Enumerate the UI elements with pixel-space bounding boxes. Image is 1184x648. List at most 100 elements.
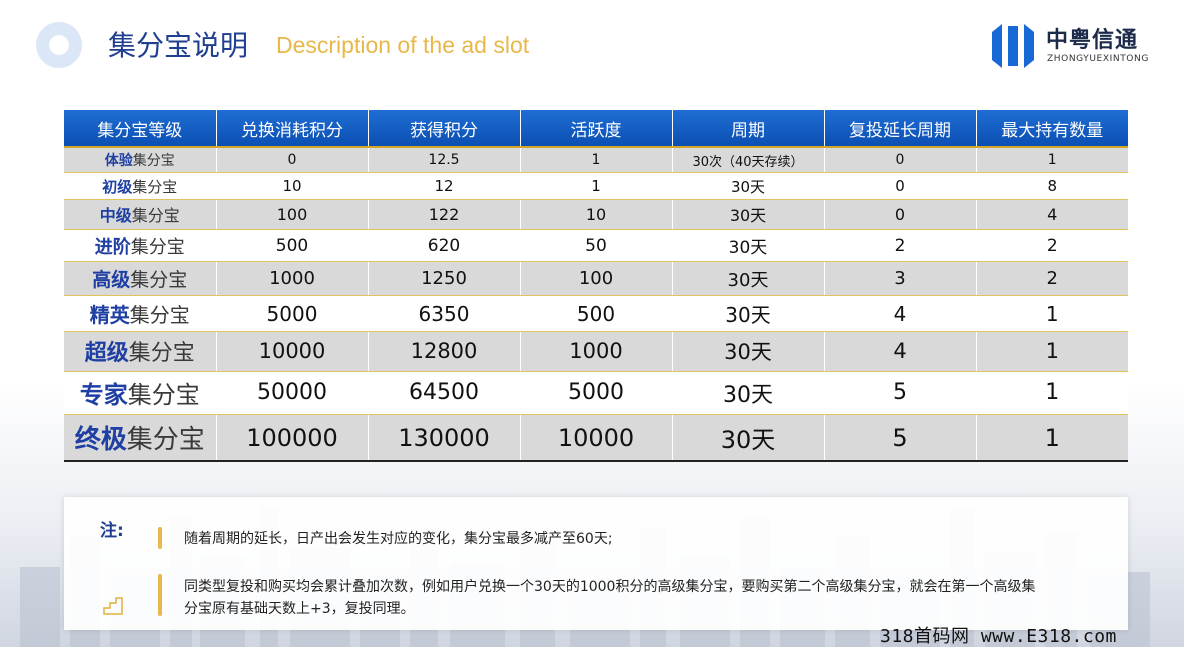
table-cell: 12.5 xyxy=(368,147,521,174)
level-name-suffix: 集分宝 xyxy=(129,303,190,328)
table-cell: 1 xyxy=(976,371,1128,416)
table-cell: 2 xyxy=(976,261,1128,297)
table-row: 高级集分宝 1000 1250 100 30天 3 2 xyxy=(64,261,1128,297)
company-logo-icon xyxy=(992,24,1034,68)
table-cell: 30天 xyxy=(672,295,825,333)
table-cell: 30天 xyxy=(672,331,825,372)
table-cell: 50000 xyxy=(216,371,369,416)
table-cell: 50 xyxy=(520,229,673,263)
table-cell: 1250 xyxy=(368,261,521,297)
column-header: 周期 xyxy=(672,110,825,148)
level-cell: 体验集分宝 xyxy=(64,147,217,174)
note-accent-bar xyxy=(158,574,162,616)
column-header: 活跃度 xyxy=(520,110,673,148)
table-row: 初级集分宝 10 12 1 30天 0 8 xyxy=(64,172,1128,200)
level-cell: 初级集分宝 xyxy=(64,172,217,200)
table-cell: 100000 xyxy=(216,414,369,463)
level-name-suffix: 集分宝 xyxy=(127,381,200,410)
table-cell: 8 xyxy=(976,172,1128,200)
level-name-highlight: 高级 xyxy=(92,269,131,292)
table-cell: 130000 xyxy=(368,414,521,463)
notes-label: 注: xyxy=(100,521,124,541)
table-row: 超级集分宝 10000 12800 1000 30天 4 1 xyxy=(64,331,1128,372)
level-name-suffix: 集分宝 xyxy=(128,341,195,367)
table-cell: 1 xyxy=(520,147,673,174)
table-cell: 4 xyxy=(824,295,977,333)
table-cell: 2 xyxy=(976,229,1128,263)
table-cell: 1 xyxy=(520,172,673,200)
table-cell: 0 xyxy=(824,199,977,230)
table-header-row: 集分宝等级 兑换消耗积分 获得积分 活跃度 周期 复投延长周期 最大持有数量 xyxy=(64,110,1128,148)
table-cell: 4 xyxy=(976,199,1128,230)
table-row: 专家集分宝 50000 64500 5000 30天 5 1 xyxy=(64,371,1128,416)
table-cell: 12800 xyxy=(368,331,521,372)
page-subtitle-en: Description of the ad slot xyxy=(276,32,530,58)
table-cell: 1 xyxy=(976,147,1128,174)
table-cell: 30天 xyxy=(672,261,825,297)
table-cell: 10000 xyxy=(216,331,369,372)
level-name-highlight: 专家 xyxy=(79,381,128,410)
note-item-1: 随着周期的延长，日产出会发生对应的变化，集分宝最多减产至60天; xyxy=(184,531,613,547)
column-header: 复投延长周期 xyxy=(824,110,977,148)
table-cell: 0 xyxy=(824,147,977,174)
table-row: 进阶集分宝 500 620 50 30天 2 2 xyxy=(64,229,1128,263)
table-cell: 5 xyxy=(824,371,977,416)
table-cell: 1 xyxy=(976,295,1128,333)
table-cell: 5 xyxy=(824,414,977,463)
company-name: 中粤信通 xyxy=(1046,28,1139,53)
table-cell: 2 xyxy=(824,229,977,263)
table-cell: 30天 xyxy=(672,172,825,200)
table-cell: 1000 xyxy=(216,261,369,297)
column-header: 兑换消耗积分 xyxy=(216,110,369,148)
table-cell: 10 xyxy=(216,172,369,200)
level-name-highlight: 终极 xyxy=(74,425,127,456)
table-cell: 10 xyxy=(520,199,673,230)
table-row: 精英集分宝 5000 6350 500 30天 4 1 xyxy=(64,295,1128,333)
level-cell: 中级集分宝 xyxy=(64,199,217,230)
table-row: 体验集分宝 0 12.5 1 30次（40天存续） 0 1 xyxy=(64,147,1128,174)
column-header: 获得积分 xyxy=(368,110,521,148)
table-cell: 1000 xyxy=(520,331,673,372)
table-cell: 1 xyxy=(976,331,1128,372)
company-name-en: ZHONGYUEXINTONG xyxy=(1047,54,1149,64)
column-header: 最大持有数量 xyxy=(976,110,1128,148)
level-cell: 终极集分宝 xyxy=(64,414,217,463)
table-cell: 5000 xyxy=(520,371,673,416)
level-name-highlight: 初级 xyxy=(102,177,133,196)
table-cell: 30天 xyxy=(672,371,825,416)
level-cell: 超级集分宝 xyxy=(64,331,217,372)
level-name-highlight: 超级 xyxy=(84,341,129,367)
table-cell: 0 xyxy=(824,172,977,200)
table-cell: 0 xyxy=(216,147,369,174)
column-header: 集分宝等级 xyxy=(64,110,217,148)
table-cell: 100 xyxy=(216,199,369,230)
level-cell: 进阶集分宝 xyxy=(64,229,217,263)
note-accent-bar xyxy=(158,527,162,549)
table-cell: 620 xyxy=(368,229,521,263)
table-cell: 122 xyxy=(368,199,521,230)
table-cell: 30天 xyxy=(672,414,825,463)
table-cell: 30天 xyxy=(672,229,825,263)
page-title: 集分宝说明 xyxy=(108,29,249,62)
table-cell: 10000 xyxy=(520,414,673,463)
table-cell: 30次（40天存续） xyxy=(672,147,825,174)
level-name-highlight: 中级 xyxy=(99,206,132,226)
table-cell: 1 xyxy=(976,414,1128,463)
level-name-suffix: 集分宝 xyxy=(126,425,205,456)
table-cell: 6350 xyxy=(368,295,521,333)
table-cell: 12 xyxy=(368,172,521,200)
level-name-highlight: 精英 xyxy=(89,303,130,328)
header-circle-decoration xyxy=(36,22,82,68)
level-name-suffix: 集分宝 xyxy=(130,236,185,258)
level-name-highlight: 进阶 xyxy=(94,236,131,258)
table-cell: 3 xyxy=(824,261,977,297)
level-name-suffix: 集分宝 xyxy=(130,269,188,292)
table-cell: 30天 xyxy=(672,199,825,230)
level-name-suffix: 集分宝 xyxy=(132,153,175,170)
level-table: 集分宝等级 兑换消耗积分 获得积分 活跃度 周期 复投延长周期 最大持有数量 体… xyxy=(64,110,1128,463)
table-cell: 4 xyxy=(824,331,977,372)
level-cell: 高级集分宝 xyxy=(64,261,217,297)
table-row: 终极集分宝 100000 130000 10000 30天 5 1 xyxy=(64,414,1128,463)
note-item-2: 同类型复投和购买均会累计叠加次数，例如用户兑换一个30天的1000积分的高级集分… xyxy=(184,579,1036,617)
table-cell: 5000 xyxy=(216,295,369,333)
